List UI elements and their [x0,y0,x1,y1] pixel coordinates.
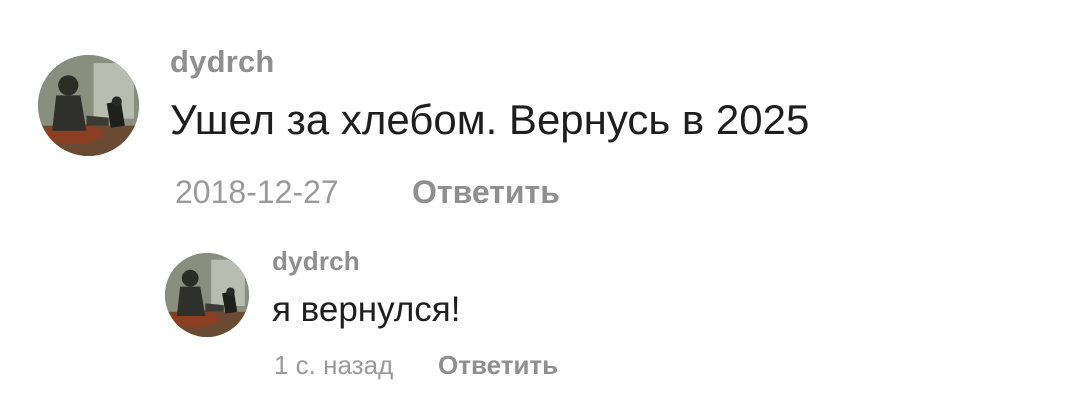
avatar[interactable] [165,253,249,337]
comment-timestamp: 2018-12-27 [175,174,339,210]
avatar[interactable] [38,55,139,156]
comment-text: Ушел за хлебом. Вернусь в 2025 [170,96,810,143]
user-avatar-icon [165,253,249,337]
reply-username[interactable]: dydrch [272,246,360,277]
reply-timestamp: 1 с. назад [274,350,394,380]
user-avatar-icon [38,55,139,156]
reply-text: я вернулся! [272,290,461,329]
reply-button[interactable]: Ответить [438,350,558,381]
comment-username[interactable]: dydrch [170,44,275,80]
reply-button[interactable]: Ответить [412,174,560,211]
